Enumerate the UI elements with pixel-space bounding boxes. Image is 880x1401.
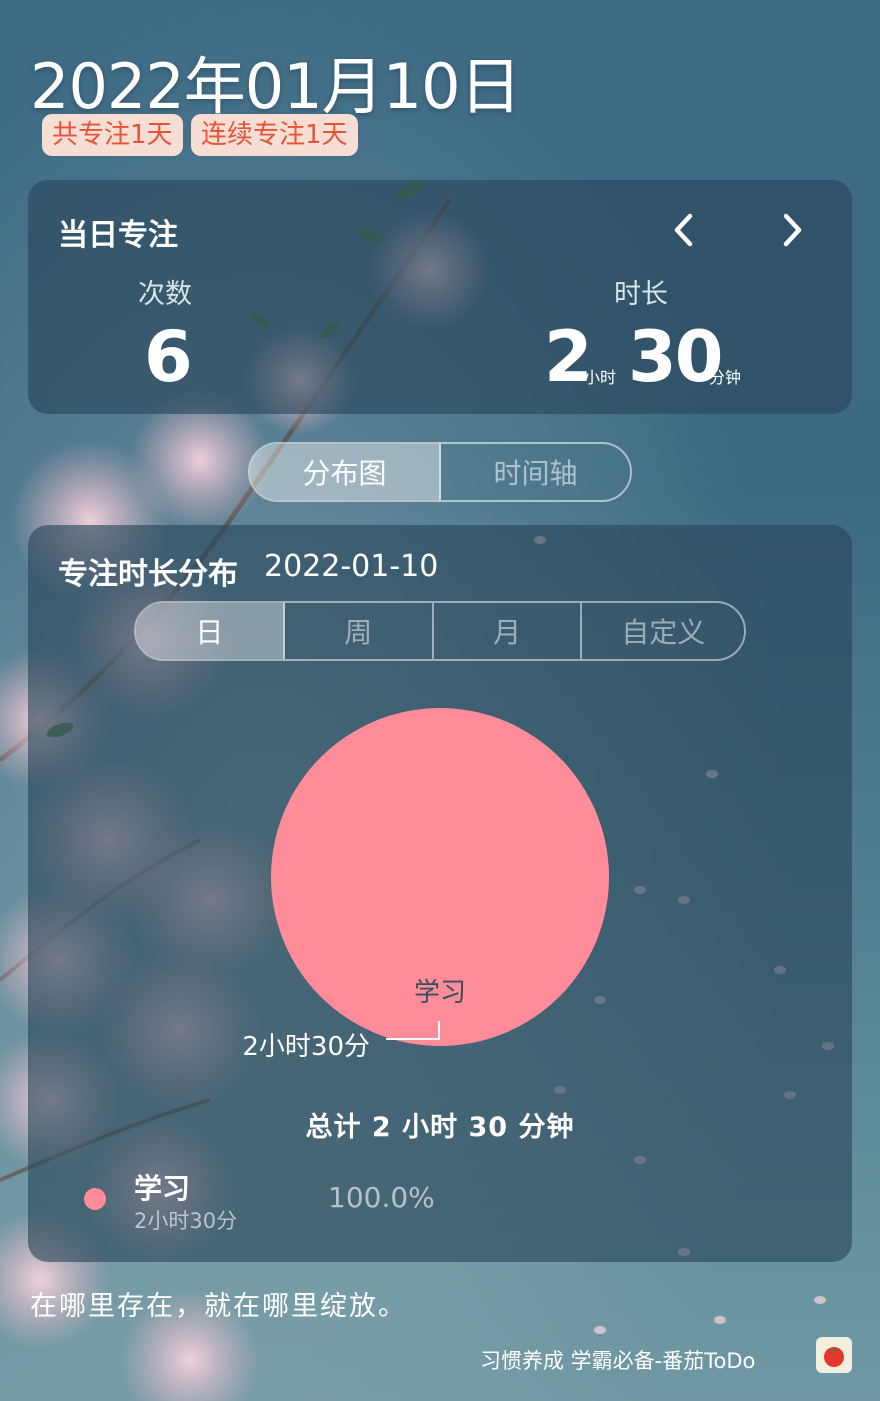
legend-color-dot — [84, 1188, 106, 1210]
total-days-badge: 共专注1天 — [42, 114, 183, 156]
streak-days-badge: 连续专注1天 — [191, 114, 358, 156]
motivational-quote: 在哪里存在，就在哪里绽放。 — [30, 1291, 407, 1322]
tab-timeline[interactable]: 时间轴 — [441, 444, 630, 500]
total-duration: 总计 2 小时 30 分钟 — [305, 1112, 575, 1143]
page-date-title: 2022年01月10日 — [30, 50, 522, 123]
distribution-card: 专注时长分布 2022-01-10 日 周 月 自定义 学习 2小时30分 总计… — [28, 525, 852, 1262]
slice-category-label: 学习 — [414, 978, 466, 1008]
slice-value-label: 2小时30分 — [242, 1032, 370, 1062]
chevron-left-icon — [674, 213, 693, 247]
distribution-pie-chart: 学习 2小时30分 — [242, 708, 609, 1062]
duration-hours-unit: 小时 — [584, 368, 617, 387]
daily-focus-title: 当日专注 — [58, 218, 178, 253]
tab-distribution[interactable]: 分布图 — [250, 444, 441, 500]
duration-minutes-unit: 分钟 — [709, 368, 742, 387]
duration-minutes: 30 — [628, 316, 723, 398]
count-label: 次数 — [138, 279, 192, 310]
daily-focus-card: 当日专注 次数 6 时长 2 小时 30 分钟 — [28, 180, 852, 414]
next-day-button[interactable] — [772, 208, 812, 252]
legend-category-percent: 100.0% — [328, 1181, 435, 1214]
app-tagline: 习惯养成 学霸必备-番茄ToDo — [480, 1349, 756, 1373]
legend-category-name: 学习 — [134, 1172, 191, 1205]
chevron-right-icon — [783, 213, 802, 247]
duration-label: 时长 — [614, 279, 668, 310]
count-value: 6 — [144, 316, 193, 398]
legend-category-time: 2小时30分 — [134, 1209, 238, 1233]
previous-day-button[interactable] — [664, 208, 704, 252]
tomato-icon — [816, 1337, 852, 1373]
view-switcher: 分布图 时间轴 — [248, 442, 632, 502]
